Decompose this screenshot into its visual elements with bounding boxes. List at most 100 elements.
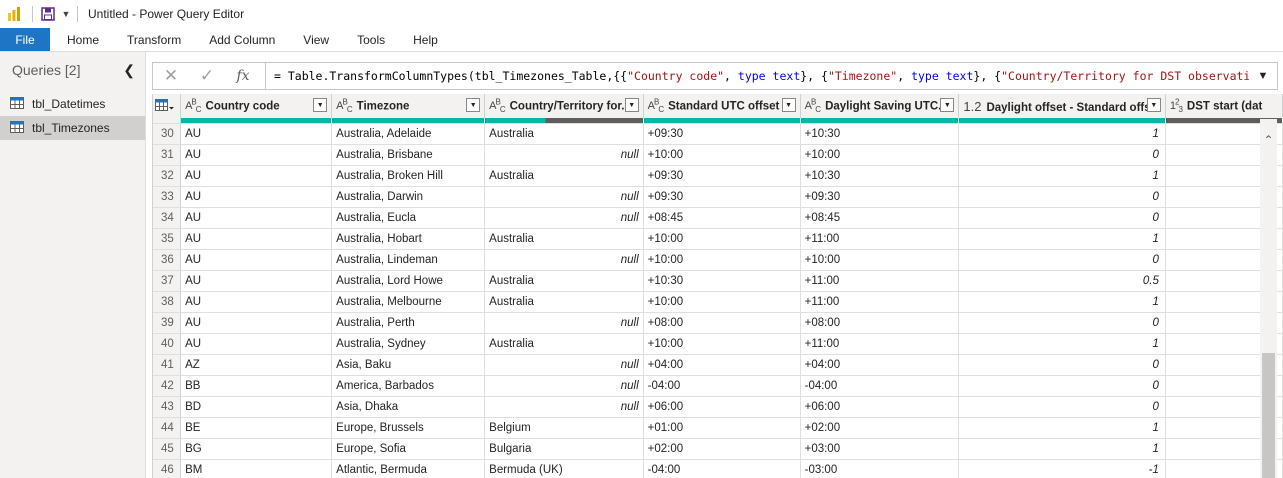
table-cell[interactable]: AU xyxy=(180,249,333,271)
confirm-formula-icon[interactable]: ✓ xyxy=(189,63,225,89)
table-cell[interactable]: 0 xyxy=(958,186,1166,208)
table-cell[interactable]: +10:30 xyxy=(800,165,960,187)
table-cell[interactable]: +10:00 xyxy=(800,144,960,166)
table-cell[interactable]: +10:00 xyxy=(643,144,801,166)
table-cell[interactable]: Europe, Sofia xyxy=(331,438,486,460)
table-menu-icon[interactable] xyxy=(153,94,182,118)
cancel-formula-icon[interactable]: ✕ xyxy=(153,63,189,89)
table-cell[interactable]: Australia xyxy=(484,333,644,355)
table-cell[interactable]: -04:00 xyxy=(643,375,801,397)
table-cell[interactable]: Australia xyxy=(484,123,644,145)
scrollbar-thumb[interactable] xyxy=(1262,353,1275,478)
table-cell[interactable]: 0 xyxy=(958,396,1166,418)
row-number[interactable]: 42 xyxy=(153,375,182,397)
table-cell-null[interactable]: null xyxy=(484,375,644,397)
column-header[interactable]: ABC Country code ▼ xyxy=(180,94,333,118)
table-cell[interactable]: +08:00 xyxy=(800,312,960,334)
scroll-up-icon[interactable]: ⌃ xyxy=(1260,131,1277,149)
column-type-icon[interactable]: ABC xyxy=(648,98,664,115)
table-cell[interactable]: BE xyxy=(180,417,333,439)
table-cell[interactable]: +10:00 xyxy=(800,249,960,271)
column-filter-icon[interactable]: ▼ xyxy=(1146,98,1161,112)
query-item-tbl-timezones[interactable]: tbl_Timezones xyxy=(0,116,145,140)
row-number[interactable]: 41 xyxy=(153,354,182,376)
table-cell[interactable]: +10:30 xyxy=(643,270,801,292)
table-cell[interactable]: 0 xyxy=(958,375,1166,397)
table-cell-null[interactable]: null xyxy=(484,249,644,271)
tab-help[interactable]: Help xyxy=(399,28,452,51)
save-icon[interactable] xyxy=(37,0,59,28)
column-filter-icon[interactable]: ▼ xyxy=(466,98,481,112)
collapse-pane-icon[interactable]: ❮ xyxy=(123,62,135,79)
table-cell[interactable]: +04:00 xyxy=(800,354,960,376)
column-header[interactable]: ABC Timezone ▼ xyxy=(331,94,486,118)
table-cell[interactable]: AU xyxy=(180,207,333,229)
table-cell[interactable]: +09:30 xyxy=(643,165,801,187)
table-cell[interactable]: Australia, Eucla xyxy=(331,207,486,229)
table-cell[interactable]: +11:00 xyxy=(800,270,960,292)
formula-input[interactable]: = Table.TransformColumnTypes(tbl_Timezon… xyxy=(266,69,1249,83)
table-cell[interactable]: Australia xyxy=(484,291,644,313)
table-cell[interactable]: Belgium xyxy=(484,417,644,439)
table-cell[interactable]: 1 xyxy=(958,333,1166,355)
table-cell[interactable]: AZ xyxy=(180,354,333,376)
table-cell-null[interactable]: null xyxy=(484,312,644,334)
table-cell[interactable]: Australia, Sydney xyxy=(331,333,486,355)
table-cell[interactable]: +10:00 xyxy=(643,291,801,313)
table-cell[interactable]: Bermuda (UK) xyxy=(484,459,644,478)
table-cell[interactable]: AU xyxy=(180,270,333,292)
table-cell[interactable]: +04:00 xyxy=(643,354,801,376)
table-cell[interactable]: Australia, Adelaide xyxy=(331,123,486,145)
table-cell[interactable]: 1 xyxy=(958,123,1166,145)
column-header[interactable]: 123 DST start (dat xyxy=(1165,94,1283,118)
table-cell[interactable]: +08:45 xyxy=(800,207,960,229)
tab-tools[interactable]: Tools xyxy=(343,28,399,51)
table-cell[interactable]: +09:30 xyxy=(800,186,960,208)
vertical-scrollbar[interactable]: ⌃ xyxy=(1260,119,1277,478)
table-cell[interactable]: AU xyxy=(180,228,333,250)
table-cell-null[interactable]: null xyxy=(484,207,644,229)
table-cell[interactable]: America, Barbados xyxy=(331,375,486,397)
table-cell[interactable]: +10:00 xyxy=(643,249,801,271)
row-number[interactable]: 31 xyxy=(153,144,182,166)
tab-home[interactable]: Home xyxy=(53,28,113,51)
table-cell[interactable]: +06:00 xyxy=(800,396,960,418)
table-cell-null[interactable]: null xyxy=(484,186,644,208)
column-header[interactable]: ABC Standard UTC offset ▼ xyxy=(643,94,801,118)
query-item-tbl-datetimes[interactable]: tbl_Datetimes xyxy=(0,92,145,116)
table-cell[interactable]: +03:00 xyxy=(800,438,960,460)
table-cell[interactable]: +09:30 xyxy=(643,123,801,145)
row-number[interactable]: 35 xyxy=(153,228,182,250)
column-header[interactable]: 1.2 Daylight offset - Standard offset ▼ xyxy=(958,94,1166,118)
table-cell[interactable]: Asia, Dhaka xyxy=(331,396,486,418)
table-cell-null[interactable]: null xyxy=(484,396,644,418)
table-cell[interactable]: AU xyxy=(180,333,333,355)
row-number[interactable]: 46 xyxy=(153,459,182,478)
row-number[interactable]: 44 xyxy=(153,417,182,439)
column-type-icon[interactable]: 123 xyxy=(1170,98,1183,115)
table-cell[interactable]: -04:00 xyxy=(800,375,960,397)
column-filter-icon[interactable]: ▼ xyxy=(624,98,639,112)
column-filter-icon[interactable]: ▼ xyxy=(781,98,796,112)
table-cell[interactable]: -04:00 xyxy=(643,459,801,478)
table-cell[interactable]: -1 xyxy=(958,459,1166,478)
table-cell[interactable]: 1 xyxy=(958,438,1166,460)
table-cell[interactable]: AU xyxy=(180,312,333,334)
table-cell[interactable]: Australia, Perth xyxy=(331,312,486,334)
row-number[interactable]: 33 xyxy=(153,186,182,208)
insert-function-icon[interactable]: fx xyxy=(225,63,261,89)
row-number[interactable]: 43 xyxy=(153,396,182,418)
table-cell[interactable]: Australia, Hobart xyxy=(331,228,486,250)
table-cell-null[interactable]: null xyxy=(484,144,644,166)
row-number[interactable]: 30 xyxy=(153,123,182,145)
row-number[interactable]: 38 xyxy=(153,291,182,313)
table-cell[interactable]: +02:00 xyxy=(800,417,960,439)
table-cell[interactable]: +08:00 xyxy=(643,312,801,334)
table-cell[interactable]: Bulgaria xyxy=(484,438,644,460)
table-cell[interactable]: BD xyxy=(180,396,333,418)
row-number[interactable]: 37 xyxy=(153,270,182,292)
table-cell[interactable]: 1 xyxy=(958,165,1166,187)
table-cell[interactable]: Australia xyxy=(484,270,644,292)
table-cell[interactable]: Australia, Lord Howe xyxy=(331,270,486,292)
table-cell[interactable]: 0.5 xyxy=(958,270,1166,292)
